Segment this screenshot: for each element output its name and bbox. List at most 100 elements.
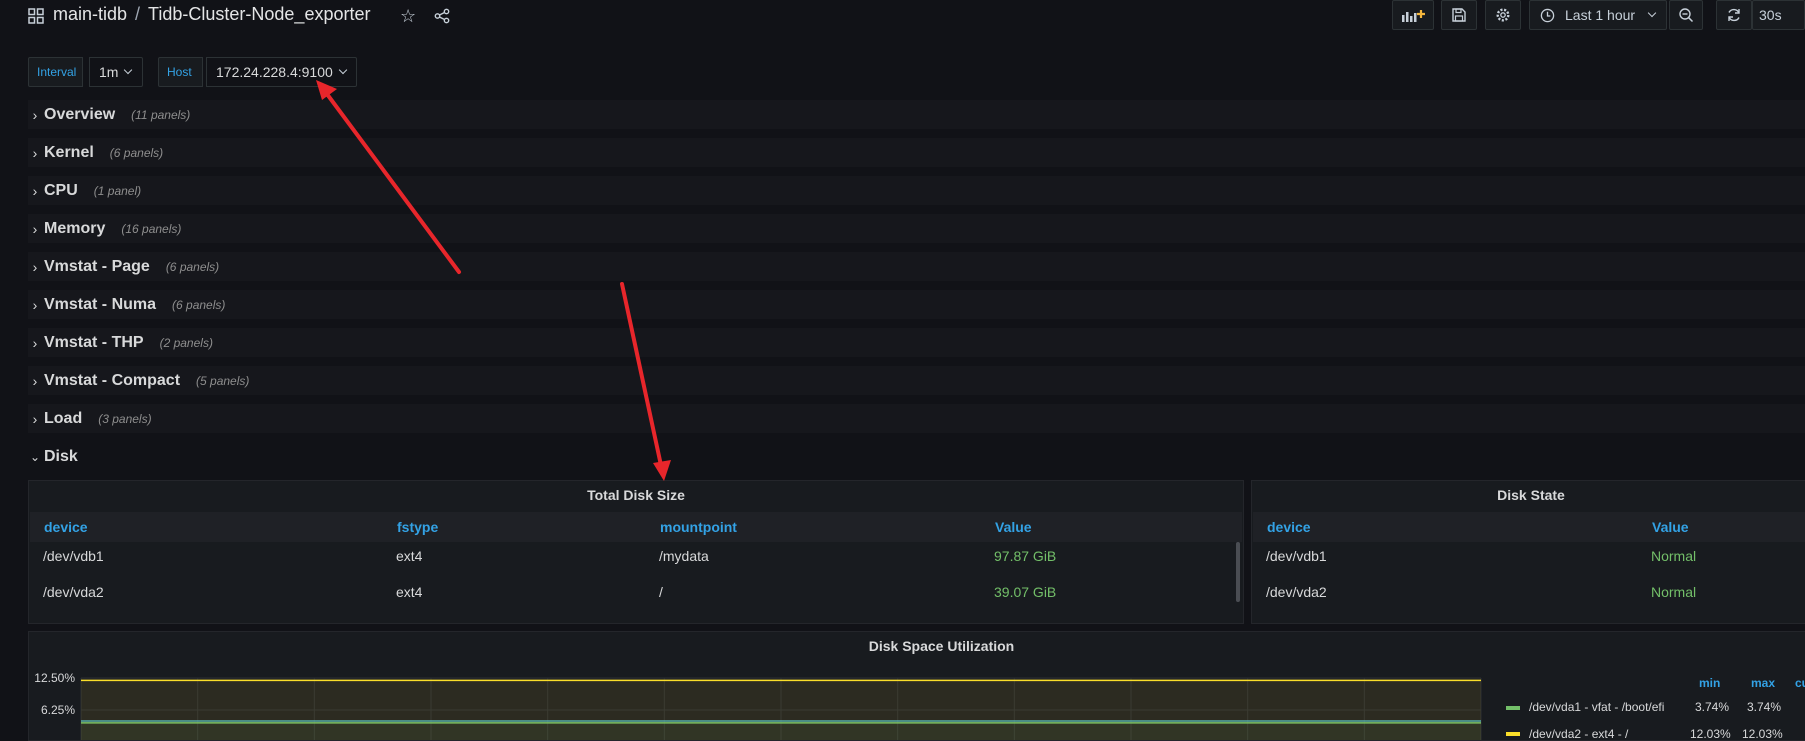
legend-series-name: /dev/vda2 - ext4 - / (1529, 727, 1629, 741)
row-vmstat-page[interactable]: › Vmstat - Page (6 panels) (28, 252, 1805, 281)
time-picker-button[interactable]: Last 1 hour (1529, 0, 1667, 30)
column-header[interactable]: Value (1652, 519, 1689, 535)
chevron-right-icon: › (32, 106, 38, 123)
table-cell-value: Normal (1651, 548, 1697, 564)
table-scrollbar[interactable] (1236, 542, 1240, 602)
series-fill (81, 680, 1481, 740)
refresh-interval-label: 30s (1759, 7, 1782, 23)
row-panel-count: (6 panels) (109, 145, 164, 160)
row-panel-count: (6 panels) (172, 297, 226, 312)
breadcrumb: main-tidb / Tidb-Cluster-Node_exporter (53, 4, 370, 25)
clock-icon (1540, 8, 1555, 22)
row-cpu[interactable]: › CPU (1 panel) (28, 176, 1805, 205)
chevron-down-icon (124, 65, 133, 75)
column-header[interactable]: mountpoint (660, 519, 737, 535)
legend-max-value: 12.03% (1742, 727, 1783, 741)
table-header: device Value (1253, 512, 1805, 542)
folder-link[interactable]: main-tidb (53, 4, 127, 24)
row-title: Vmstat - Numa (44, 295, 157, 313)
zoom-out-button[interactable] (1669, 0, 1703, 30)
refresh-icon (1728, 8, 1740, 22)
row-title: CPU (44, 181, 78, 199)
row-title: Vmstat - Compact (44, 371, 181, 389)
chevron-down-icon (338, 65, 348, 75)
row-vmstat-thp[interactable]: › Vmstat - THP (2 panels) (28, 328, 1805, 357)
chevron-right-icon: › (32, 372, 38, 389)
disk-state-panel: Disk State device Value /dev/vdb1 Normal… (1251, 480, 1805, 624)
interval-value: 1m (99, 64, 119, 80)
row-panel-count: (5 panels) (196, 373, 250, 388)
panel-title[interactable]: Disk State (1252, 487, 1805, 503)
table-cell-value: 39.07 GiB (994, 584, 1057, 600)
row-kernel[interactable]: › Kernel (6 panels) (28, 138, 1805, 167)
row-panel-count: (16 panels) (121, 221, 182, 236)
row-title: Overview (44, 105, 116, 123)
table-cell: /dev/vda2 (43, 584, 104, 600)
table-cell: /dev/vdb1 (43, 548, 104, 564)
row-panel-count: (2 panels) (159, 335, 213, 350)
legend-color-swatch (1506, 706, 1520, 710)
table-cell: /mydata (659, 548, 709, 564)
column-header[interactable]: device (1267, 519, 1311, 535)
table-cell: ext4 (396, 548, 423, 564)
legend-column-current[interactable]: cu (1795, 676, 1805, 690)
variable-label-interval: Interval (28, 57, 83, 87)
chevron-right-icon: › (32, 334, 38, 351)
column-header[interactable]: device (44, 519, 88, 535)
legend-column-min[interactable]: min (1699, 676, 1720, 690)
table-cell-value: Normal (1651, 584, 1697, 600)
row-load[interactable]: › Load (3 panels) (28, 404, 1805, 433)
legend-column-max[interactable]: max (1751, 676, 1775, 690)
table-cell: /dev/vda2 (1266, 584, 1327, 600)
panel-title[interactable]: Total Disk Size (29, 487, 1243, 503)
row-vmstat-numa[interactable]: › Vmstat - Numa (6 panels) (28, 290, 1805, 319)
column-header[interactable]: Value (995, 519, 1032, 535)
chevron-right-icon: › (32, 258, 38, 275)
column-header[interactable]: fstype (397, 519, 438, 535)
refresh-interval-picker[interactable]: 30s (1752, 0, 1805, 30)
legend-max-value: 3.74% (1747, 700, 1782, 714)
row-panel-count: (11 panels) (131, 107, 191, 122)
zoom-out-icon (1679, 8, 1694, 23)
disk-space-utilization-panel: Disk Space Utilization 12.50% 6.25% min m… (28, 631, 1805, 741)
row-panel-count: (1 panel) (93, 183, 142, 198)
add-panel-button[interactable] (1392, 0, 1434, 30)
table-cell: /dev/vdb1 (1266, 548, 1327, 564)
refresh-button[interactable] (1716, 0, 1752, 30)
row-title: Vmstat - Page (44, 257, 150, 275)
variable-label-host: Host (158, 57, 203, 87)
add-panel-icon (1402, 10, 1425, 22)
row-panel-count: (6 panels) (165, 259, 220, 274)
table-cell: ext4 (396, 584, 423, 600)
table-header: device fstype mountpoint Value (30, 512, 1242, 542)
chevron-right-icon: › (32, 182, 38, 199)
host-value: 172.24.228.4:9100 (216, 64, 333, 80)
host-select[interactable]: 172.24.228.4:9100 (206, 57, 357, 87)
row-overview[interactable]: › Overview (11 panels) (28, 100, 1805, 129)
breadcrumb-separator: / (135, 4, 141, 24)
row-memory[interactable]: › Memory (16 panels) (28, 214, 1805, 243)
table-cell: / (659, 584, 663, 600)
y-tick-label: 6.25% (41, 703, 75, 717)
star-icon[interactable]: ☆ (400, 6, 416, 27)
y-tick-label: 12.50% (34, 671, 75, 685)
save-icon (1452, 8, 1466, 22)
save-dashboard-button[interactable] (1441, 0, 1477, 30)
row-title: Load (44, 409, 83, 427)
row-title: Kernel (44, 143, 94, 161)
table-cell-value: 97.87 GiB (994, 548, 1057, 564)
dashboard-settings-button[interactable] (1485, 0, 1521, 30)
chevron-right-icon: › (32, 220, 38, 237)
dashboards-grid-icon[interactable] (28, 8, 44, 24)
row-vmstat-compact[interactable]: › Vmstat - Compact (5 panels) (28, 366, 1805, 395)
disk-space-graph[interactable]: 12.50% 6.25% (29, 632, 1509, 741)
interval-select[interactable]: 1m (89, 57, 143, 87)
chevron-right-icon: › (32, 296, 38, 313)
row-panel-count: (3 panels) (98, 411, 152, 426)
legend-min-value: 12.03% (1690, 727, 1731, 741)
share-icon[interactable] (434, 8, 450, 24)
row-disk[interactable]: ⌄ Disk (28, 442, 1805, 471)
chevron-down-icon (1647, 8, 1657, 18)
gear-icon (1496, 8, 1510, 22)
dashboard-title[interactable]: Tidb-Cluster-Node_exporter (148, 4, 370, 24)
